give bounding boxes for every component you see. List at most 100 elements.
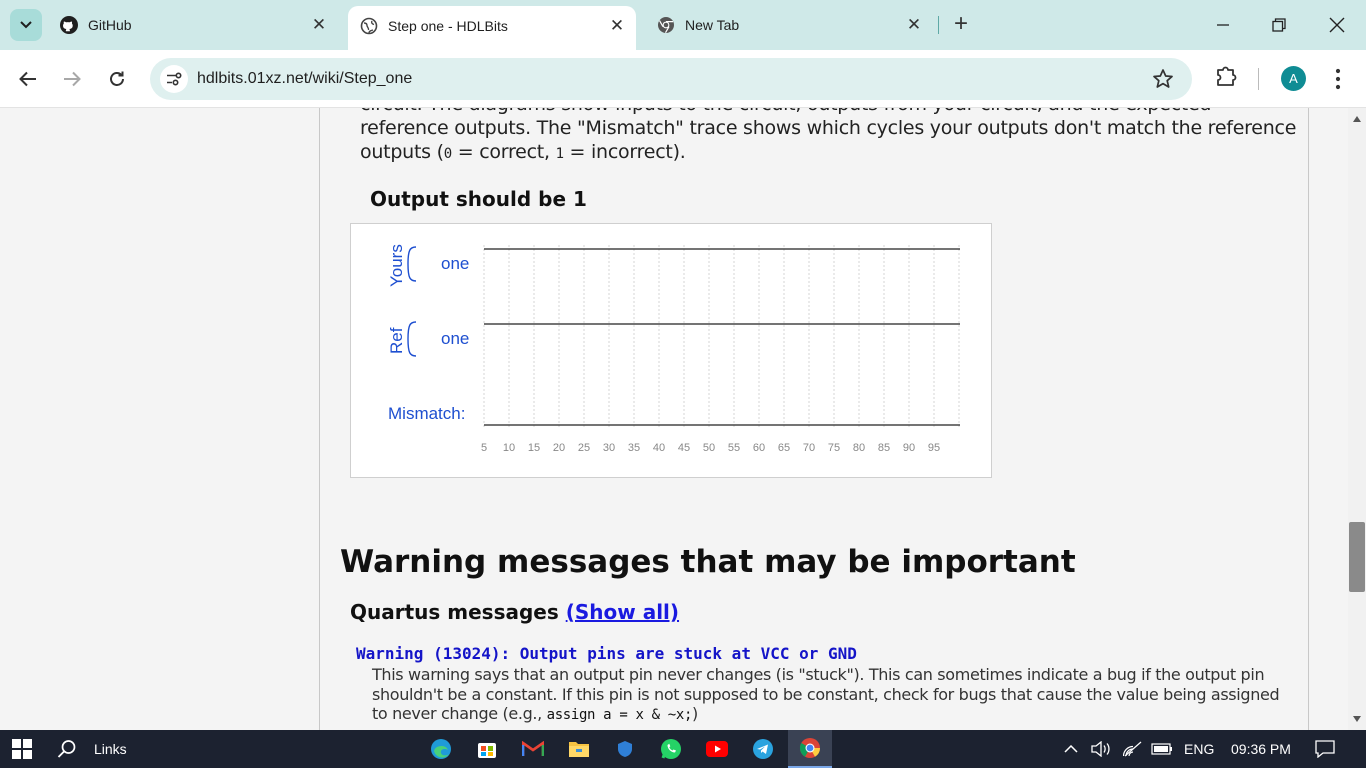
globe-icon — [360, 17, 378, 35]
forward-arrow-icon[interactable] — [57, 64, 87, 94]
search-icon[interactable] — [52, 730, 82, 768]
time-axis: 5 10 15 20 25 30 35 40 45 50 55 60 65 70 75 80 85 90 95 — [481, 442, 940, 454]
minimize-icon[interactable] — [1208, 12, 1238, 38]
ref-bracket-icon — [407, 321, 417, 357]
time-tick-label: 50 — [703, 442, 715, 454]
inline-code: 1 — [555, 146, 564, 162]
time-tick-label: 45 — [678, 442, 690, 454]
gmail-icon[interactable] — [520, 730, 546, 768]
time-tick-label: 70 — [803, 442, 815, 454]
defender-shield-icon[interactable] — [612, 730, 638, 768]
show-all-link[interactable]: (Show all) — [566, 600, 679, 624]
search-label[interactable]: Links — [94, 741, 127, 757]
inline-code: 0 — [443, 146, 452, 162]
windows-taskbar: Links ENG 09:36 PM — [0, 730, 1366, 768]
warning-text: ) — [692, 704, 698, 723]
chrome-taskbar-icon[interactable] — [788, 730, 832, 768]
time-tick-label: 60 — [753, 442, 765, 454]
time-tick-label: 55 — [728, 442, 740, 454]
windows-start-icon[interactable] — [0, 730, 44, 768]
yours-signal-name: one — [441, 254, 470, 273]
file-explorer-icon[interactable] — [566, 730, 592, 768]
time-tick-label: 40 — [653, 442, 665, 454]
toolbar-divider — [1258, 68, 1259, 90]
language-indicator[interactable]: ENG — [1184, 741, 1214, 757]
output-heading: Output should be 1 — [370, 187, 587, 211]
site-info-icon[interactable] — [160, 65, 188, 93]
whatsapp-icon[interactable] — [658, 730, 684, 768]
intro-paragraph: circuit. The diagrams show inputs to the… — [360, 108, 1297, 166]
time-tick-label: 10 — [503, 442, 515, 454]
tab-title: New Tab — [685, 17, 740, 33]
time-tick-label: 75 — [828, 442, 840, 454]
time-tick-label: 15 — [528, 442, 540, 454]
scrollbar-thumb[interactable] — [1349, 522, 1365, 592]
waveform-grid — [483, 245, 960, 429]
clock[interactable]: 09:36 PM — [1231, 741, 1291, 757]
youtube-icon[interactable] — [704, 730, 730, 768]
restore-icon[interactable] — [1264, 12, 1294, 38]
tab-title: GitHub — [88, 17, 132, 33]
url-text[interactable]: hdlbits.01xz.net/wiki/Step_one — [197, 70, 412, 88]
tab-search-button[interactable] — [10, 9, 42, 41]
close-tab-icon[interactable]: ✕ — [905, 16, 923, 34]
ref-group-label: Ref — [387, 327, 406, 354]
kebab-menu-icon[interactable] — [1330, 66, 1346, 92]
scroll-up-arrow-icon[interactable] — [1353, 116, 1361, 122]
address-bar[interactable]: hdlbits.01xz.net/wiki/Step_one — [150, 58, 1192, 100]
warnings-heading: Warning messages that may be important — [340, 544, 1076, 580]
volume-icon[interactable] — [1090, 730, 1112, 768]
waveform-traces: 5 10 15 20 25 30 35 40 45 50 55 60 65 70 75 80 85 90 95 — [481, 245, 960, 454]
time-tick-label: 85 — [878, 442, 890, 454]
close-window-icon[interactable] — [1322, 12, 1352, 38]
quartus-heading: Quartus messages (Show all) — [350, 600, 679, 624]
reload-icon[interactable] — [102, 64, 132, 94]
warning-text: This warning says that an output pin nev… — [372, 665, 1280, 723]
tab-strip: GitHub ✕ Step one - HDLBits ✕ New Tab ✕ … — [0, 0, 1366, 50]
close-tab-icon[interactable]: ✕ — [608, 17, 626, 35]
wifi-icon[interactable] — [1122, 730, 1144, 768]
bookmark-star-icon[interactable] — [1152, 68, 1174, 90]
tab-new-tab[interactable]: New Tab ✕ — [645, 6, 935, 44]
scroll-down-arrow-icon[interactable] — [1353, 716, 1361, 722]
time-tick-label: 90 — [903, 442, 915, 454]
notifications-icon[interactable] — [1312, 730, 1338, 768]
edge-icon[interactable] — [428, 730, 454, 768]
tray-chevron-up-icon[interactable] — [1062, 730, 1080, 768]
store-icon[interactable] — [474, 730, 500, 768]
close-tab-icon[interactable]: ✕ — [310, 16, 328, 34]
github-icon — [60, 16, 78, 34]
ref-signal-name: one — [441, 329, 470, 348]
battery-icon[interactable] — [1150, 730, 1174, 768]
chrome-icon — [658, 17, 674, 34]
intro-text: outputs ( — [360, 141, 444, 163]
time-tick-label: 20 — [553, 442, 565, 454]
intro-line-2: reference outputs. The "Mismatch" trace … — [360, 117, 1297, 139]
time-tick-label: 30 — [603, 442, 615, 454]
page-viewport: circuit. The diagrams show inputs to the… — [0, 108, 1348, 730]
waveform-diagram: Yours Ref one one Mismatch: 5 10 15 20 25 30 3… — [350, 223, 992, 478]
time-tick-label: 35 — [628, 442, 640, 454]
tab-github[interactable]: GitHub ✕ — [48, 6, 338, 44]
new-tab-plus-icon[interactable]: + — [950, 12, 972, 38]
warning-code: assign a = x & ~x; — [546, 707, 693, 723]
vertical-scrollbar[interactable] — [1348, 108, 1366, 730]
tab-title: Step one - HDLBits — [388, 18, 508, 34]
time-tick-label: 65 — [778, 442, 790, 454]
intro-line-3: outputs (0 = correct, 1 = incorrect). — [360, 140, 1290, 166]
back-arrow-icon[interactable] — [13, 64, 43, 94]
mismatch-label: Mismatch: — [388, 404, 466, 423]
time-tick-label: 80 — [853, 442, 865, 454]
quartus-heading-text: Quartus messages — [350, 600, 559, 624]
time-tick-label: 25 — [578, 442, 590, 454]
tab-hdlbits[interactable]: Step one - HDLBits ✕ — [348, 6, 636, 50]
main-content: circuit. The diagrams show inputs to the… — [319, 108, 1309, 730]
yours-group-label: Yours — [387, 244, 406, 287]
browser-toolbar: hdlbits.01xz.net/wiki/Step_one A — [0, 50, 1366, 108]
yours-bracket-icon — [407, 246, 417, 282]
profile-avatar[interactable]: A — [1281, 66, 1306, 91]
telegram-icon[interactable] — [750, 730, 776, 768]
intro-line-1: circuit. The diagrams show inputs to the… — [360, 108, 1290, 116]
extensions-puzzle-icon[interactable] — [1214, 64, 1238, 88]
intro-text: = incorrect). — [563, 141, 686, 163]
